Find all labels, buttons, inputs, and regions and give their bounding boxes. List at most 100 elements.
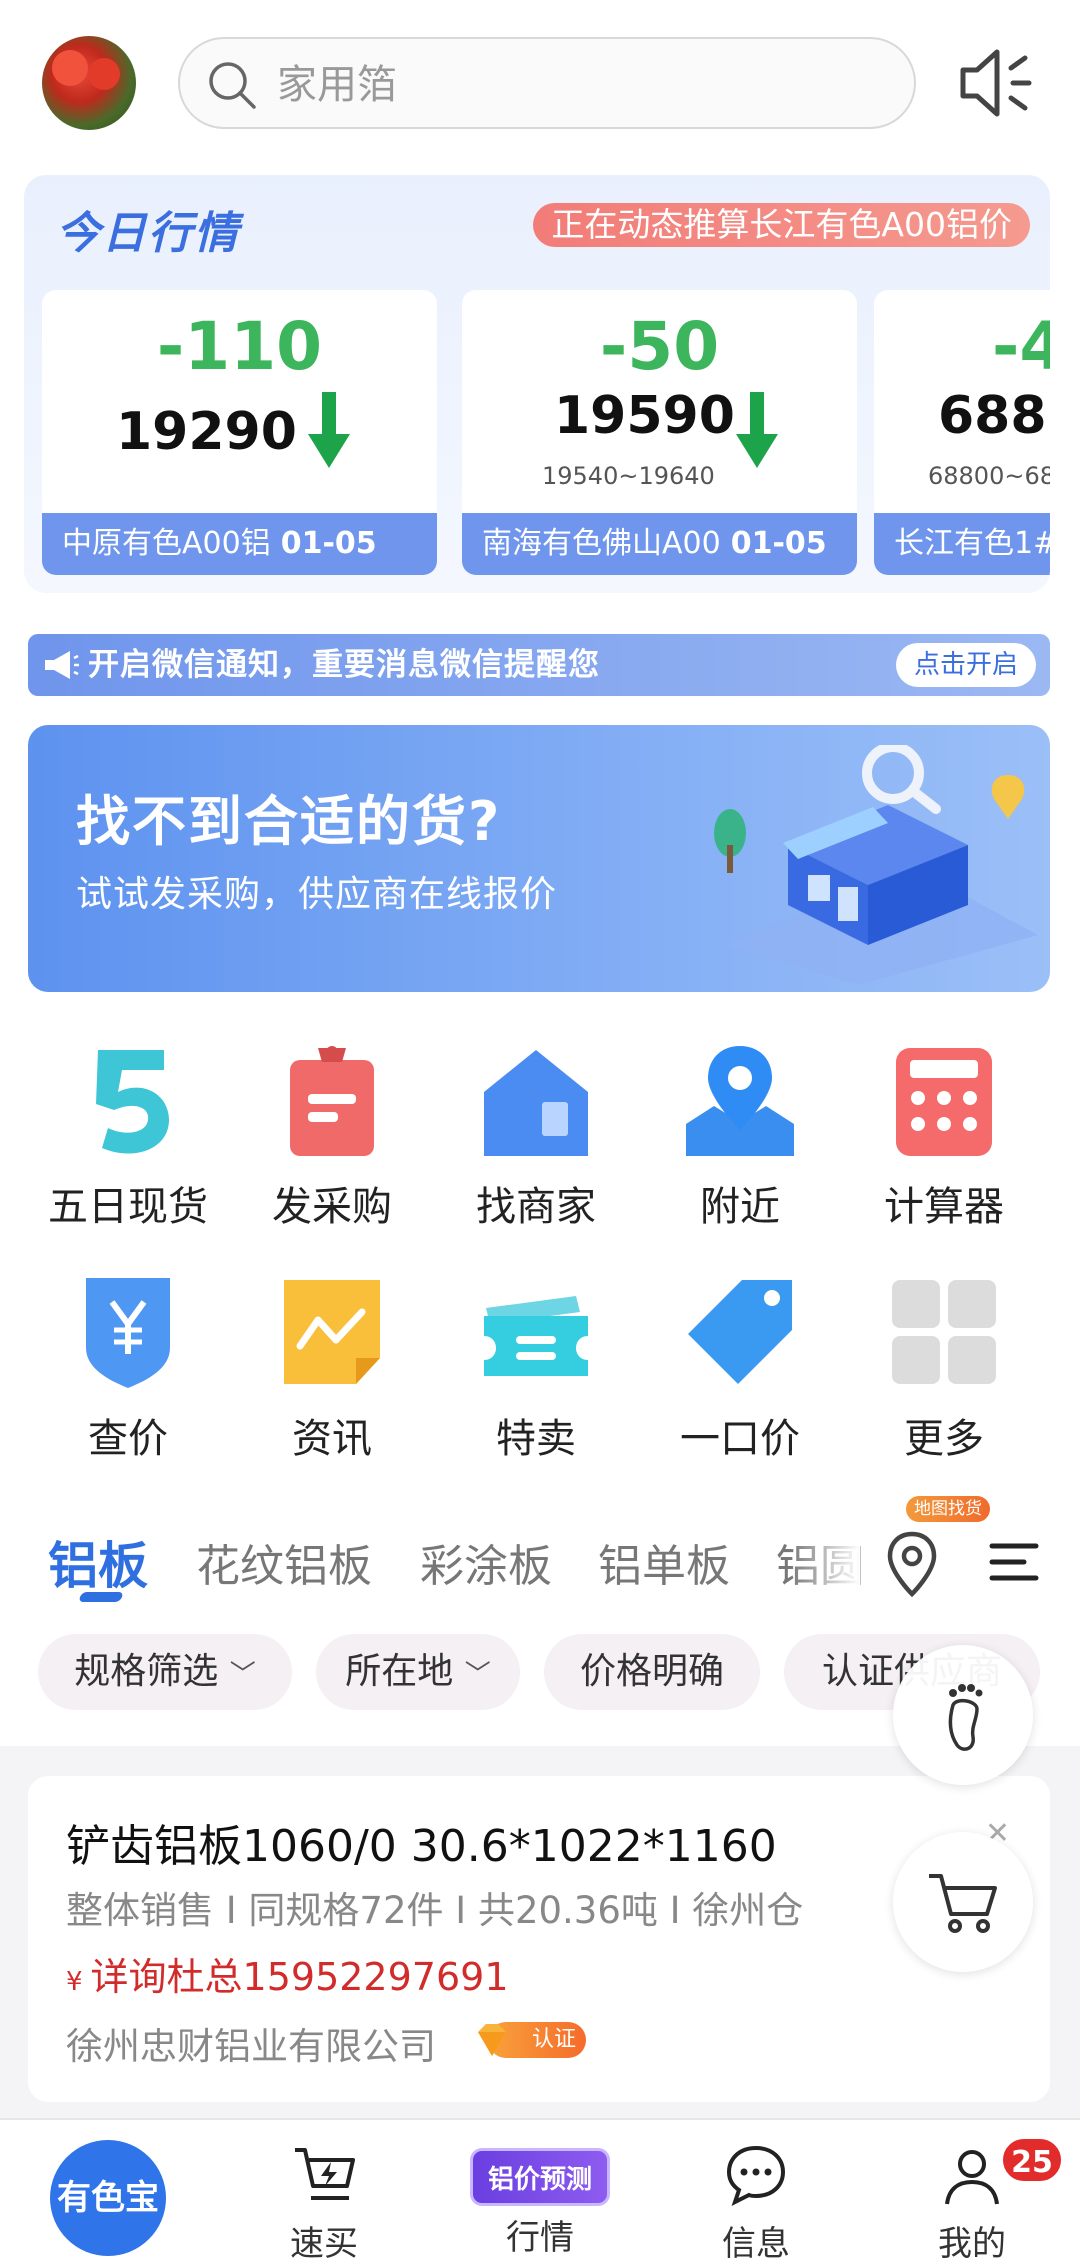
footprint-icon [948,1684,983,1751]
user-icon [945,2150,999,2205]
menu-icon[interactable] [988,1540,1040,1584]
nav-quick-buy[interactable]: 速买 [254,2142,394,2265]
clipboard-icon [290,1046,374,1156]
nav-messages[interactable]: 信息 [686,2142,826,2265]
filter-label: 价格明确 [579,1651,724,1692]
purchase-promo-banner[interactable]: 找不到合适的货? 试试发采购，供应商在线报价 [28,725,1050,992]
search-bar[interactable]: 家用箔 [178,37,916,129]
quote-range: 19540~19640 [542,462,715,490]
notify-text: 开启微信通知，重要消息微信提醒您 [88,647,600,683]
enable-notify-button[interactable]: 点击开启 [895,643,1036,687]
grid-label: 特卖 [496,1416,576,1462]
grid-item-nearby[interactable]: 附近 [640,1040,840,1232]
grid-label: 资讯 [292,1416,372,1462]
promo-title: 找不到合适的货? [76,790,502,853]
chat-bubble-icon [726,2145,786,2206]
search-placeholder: 家用箔 [277,62,397,108]
quote-change: -110 [156,308,323,385]
filter-clear-price[interactable]: 价格明确 [544,1634,760,1710]
grid-label: 发采购 [272,1184,392,1230]
grid-label: 计算器 [884,1184,1004,1230]
contact-text: 详询杜总15952297691 [90,1955,509,1999]
nav-label: 我的 [938,2224,1006,2264]
speaker-icon[interactable] [955,40,1035,126]
grid-item-special-sale[interactable]: 特卖 [436,1272,636,1464]
quote-card[interactable]: -110 19290 中原有色A00铝 01-05 [42,290,437,575]
notification-badge: 25 [1000,2136,1064,2184]
map-find-badge: 地图找货 [906,1496,990,1522]
quote-name: 长江有色1#铜 [894,526,1050,561]
grid-label: 找商家 [476,1184,596,1230]
filter-spec[interactable]: 规格筛选 ﹀ [38,1634,292,1710]
down-arrow-icon [736,392,778,468]
tab-aluminum-plate[interactable]: 铝板 [48,1526,148,1598]
product-company[interactable]: 徐州忠财铝业有限公司 [66,2016,436,2070]
active-tab-indicator [78,1592,124,1602]
quote-price: 19590 [554,386,735,446]
quote-strip[interactable]: -110 19290 中原有色A00铝 01-05 -50 19590 19540… [42,290,1050,575]
tab-aluminum-veneer[interactable]: 铝单板 [598,1530,730,1594]
quote-card[interactable]: -40 68810 68800~68820 长江有色1#铜 [874,290,1050,575]
grid-item-more[interactable]: 更多 [844,1272,1044,1464]
product-contact[interactable]: ¥ 详询杜总15952297691 [66,1946,509,2001]
cart-icon [929,1874,997,1933]
ticket-icon [484,1296,588,1376]
grid-item-find-merchant[interactable]: 找商家 [436,1040,636,1232]
nav-label: 速买 [290,2224,358,2264]
five-day-icon [96,1050,169,1154]
grid-label: 五日现货 [48,1184,208,1230]
quote-price: 19290 [116,402,297,462]
avatar[interactable] [42,36,136,130]
tab-patterned-plate[interactable]: 花纹铝板 [196,1530,372,1594]
filter-label: 所在地 [345,1651,454,1692]
nav-home[interactable]: 有色宝 [50,2140,166,2256]
product-meta: 整体销售 I 同规格72件 I 共20.36吨 I 徐州仓 [66,1889,804,1932]
quote-date: 01-05 [730,526,827,561]
flash-cart-icon [295,2148,355,2200]
cart-button[interactable] [893,1832,1033,1972]
wechat-notify-bar[interactable]: 开启微信通知，重要消息微信提醒您 点击开启 [28,634,1050,696]
location-map-icon [686,1046,794,1156]
tab-coated-plate[interactable]: 彩涂板 [420,1530,552,1594]
price-tag-icon [688,1280,792,1384]
grid-label: 更多 [904,1416,984,1462]
nav-label: 信息 [722,2224,790,2264]
house-icon [484,1050,588,1156]
grid-label: 查价 [88,1416,168,1462]
filter-label: 规格筛选 [74,1651,219,1692]
grid-item-calculator[interactable]: 计算器 [844,1040,1044,1232]
quote-footer: 长江有色1#铜 [874,513,1050,575]
nav-market[interactable]: 铝价预测 行情 [470,2142,610,2259]
market-title: 今日行情 [56,208,240,259]
yen-shield-icon [86,1278,170,1388]
grid-item-five-day-spot[interactable]: 五日现货 [28,1040,228,1232]
shop-illustration [714,745,1038,985]
calculator-icon [896,1048,992,1156]
nav-label: 行情 [506,2218,574,2258]
quote-card[interactable]: -50 19590 19540~19640 南海有色佛山A00 01-05 [462,290,857,575]
map-pin-icon[interactable] [872,1524,952,1604]
grid-item-price-check[interactable]: 查价 [28,1272,228,1464]
grid-label: 一口价 [680,1416,800,1462]
quote-range: 68800~68820 [928,462,1050,490]
search-icon [209,62,256,109]
diamond-icon [478,2024,506,2056]
promo-subtitle: 试试发采购，供应商在线报价 [76,874,558,915]
grid-item-post-purchase[interactable]: 发采购 [232,1040,432,1232]
quote-date: 01-05 [280,526,377,561]
chevron-down-icon: ﹀ [464,1660,491,1690]
grid-item-fixed-price[interactable]: 一口价 [640,1272,840,1464]
more-grid-icon [892,1280,996,1384]
quote-name: 南海有色佛山A00 [482,526,721,561]
grid-item-news[interactable]: 资讯 [232,1272,432,1464]
chevron-down-icon: ﹀ [229,1660,256,1690]
tab-fade [790,1510,860,1610]
footprint-button[interactable] [893,1645,1033,1785]
trend-chart-icon [284,1280,380,1384]
product-card[interactable]: 铲齿铝板1060/0 30.6*1022*1160 整体销售 I 同规格72件 … [28,1776,1050,2102]
category-tabs: 铝板 花纹铝板 彩涂板 铝单板 铝圆 [0,1510,1080,1610]
filter-location[interactable]: 所在地 ﹀ [316,1634,520,1710]
quote-name: 中原有色A00铝 [62,526,271,561]
market-card[interactable]: 今日行情 正在动态推算长江有色A00铝价 -110 19290 中原有色A00铝… [24,175,1050,593]
market-banner[interactable]: 正在动态推算长江有色A00铝价 [533,203,1030,247]
